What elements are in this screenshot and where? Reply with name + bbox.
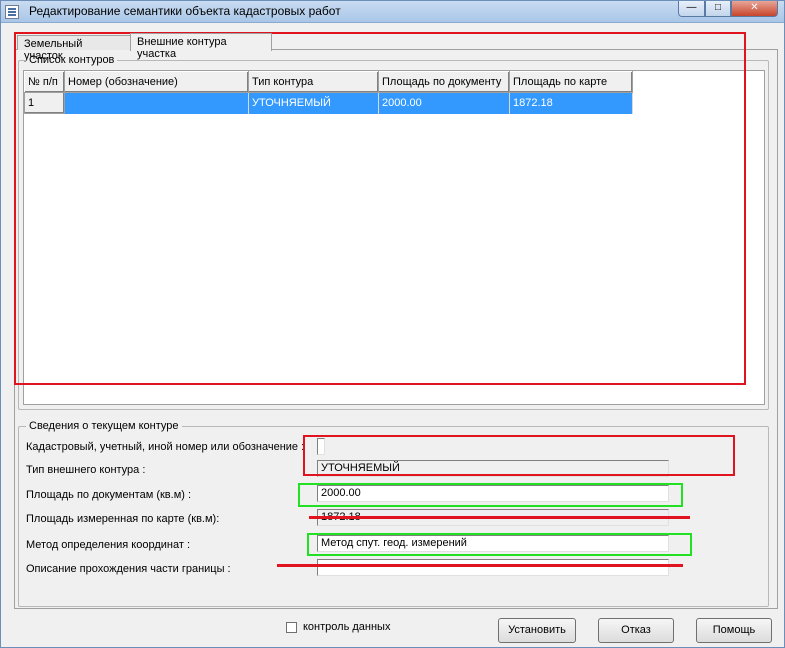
table-header-row: № п/п Номер (обозначение) Тип контура Пл…	[24, 71, 633, 93]
area-doc-input[interactable]: 2000.00	[317, 485, 669, 502]
column-header[interactable]: Площадь по документу	[378, 71, 510, 93]
current-contour-legend: Сведения о текущем контуре	[29, 420, 179, 432]
maximize-button[interactable]: □	[705, 1, 731, 17]
boundary-description-input[interactable]	[317, 559, 669, 576]
boundary-description-label: Описание прохождения части границы :	[26, 563, 231, 575]
area-doc-label: Площадь по документам (кв.м) :	[26, 489, 192, 501]
contour-type-label: Тип внешнего контура :	[26, 464, 146, 476]
area-doc-cell[interactable]: 2000.00	[378, 92, 510, 114]
coord-method-select[interactable]: Метод спут. геод. измерений	[317, 535, 669, 552]
area-map-cell[interactable]: 1872.18	[509, 92, 633, 114]
coord-method-label: Метод определения координат :	[26, 539, 191, 551]
app-icon	[5, 5, 19, 19]
contours-table[interactable]: № п/п Номер (обозначение) Тип контура Пл…	[23, 70, 765, 405]
designation-cell[interactable]	[64, 92, 249, 114]
close-button[interactable]: ✕	[731, 1, 778, 17]
tab-land-plot[interactable]: Земельный участок	[17, 35, 131, 62]
column-header[interactable]: Тип контура	[248, 71, 379, 93]
column-header[interactable]: Номер (обозначение)	[64, 71, 249, 93]
table-row[interactable]: 1 УТОЧНЯЕМЫЙ 2000.00 1872.18	[24, 92, 633, 114]
contour-type-field[interactable]: УТОЧНЯЕМЫЙ	[317, 460, 669, 477]
cadastral-number-label: Кадастровый, учетный, иной номер или обо…	[26, 441, 305, 453]
minimize-button[interactable]: —	[678, 1, 705, 17]
data-control-label: контроль данных	[303, 621, 391, 633]
annotation-red-line-description	[277, 564, 683, 567]
row-number-cell[interactable]: 1	[24, 92, 65, 114]
column-header[interactable]: № п/п	[24, 71, 65, 93]
checkbox-box[interactable]	[286, 621, 297, 633]
contours-legend: Список контуров	[29, 54, 115, 66]
cancel-button[interactable]: Отказ	[598, 618, 674, 643]
column-header[interactable]: Площадь по карте	[509, 71, 633, 93]
dialog-window: Редактирование семантики объекта кадастр…	[0, 0, 785, 648]
area-map-label: Площадь измеренная по карте (кв.м):	[26, 513, 220, 525]
data-control-checkbox[interactable]: контроль данных	[286, 621, 390, 633]
cadastral-number-input[interactable]	[317, 438, 325, 455]
title-bar[interactable]: Редактирование семантики объекта кадастр…	[1, 1, 784, 23]
annotation-red-line-area-map	[309, 516, 690, 519]
tab-external-contours[interactable]: Внешние контура участка	[130, 33, 272, 60]
help-button[interactable]: Помощь	[696, 618, 772, 643]
window-title: Редактирование семантики объекта кадастр…	[29, 4, 341, 18]
apply-button[interactable]: Установить	[498, 618, 576, 643]
contour-type-cell[interactable]: УТОЧНЯЕМЫЙ	[248, 92, 379, 114]
